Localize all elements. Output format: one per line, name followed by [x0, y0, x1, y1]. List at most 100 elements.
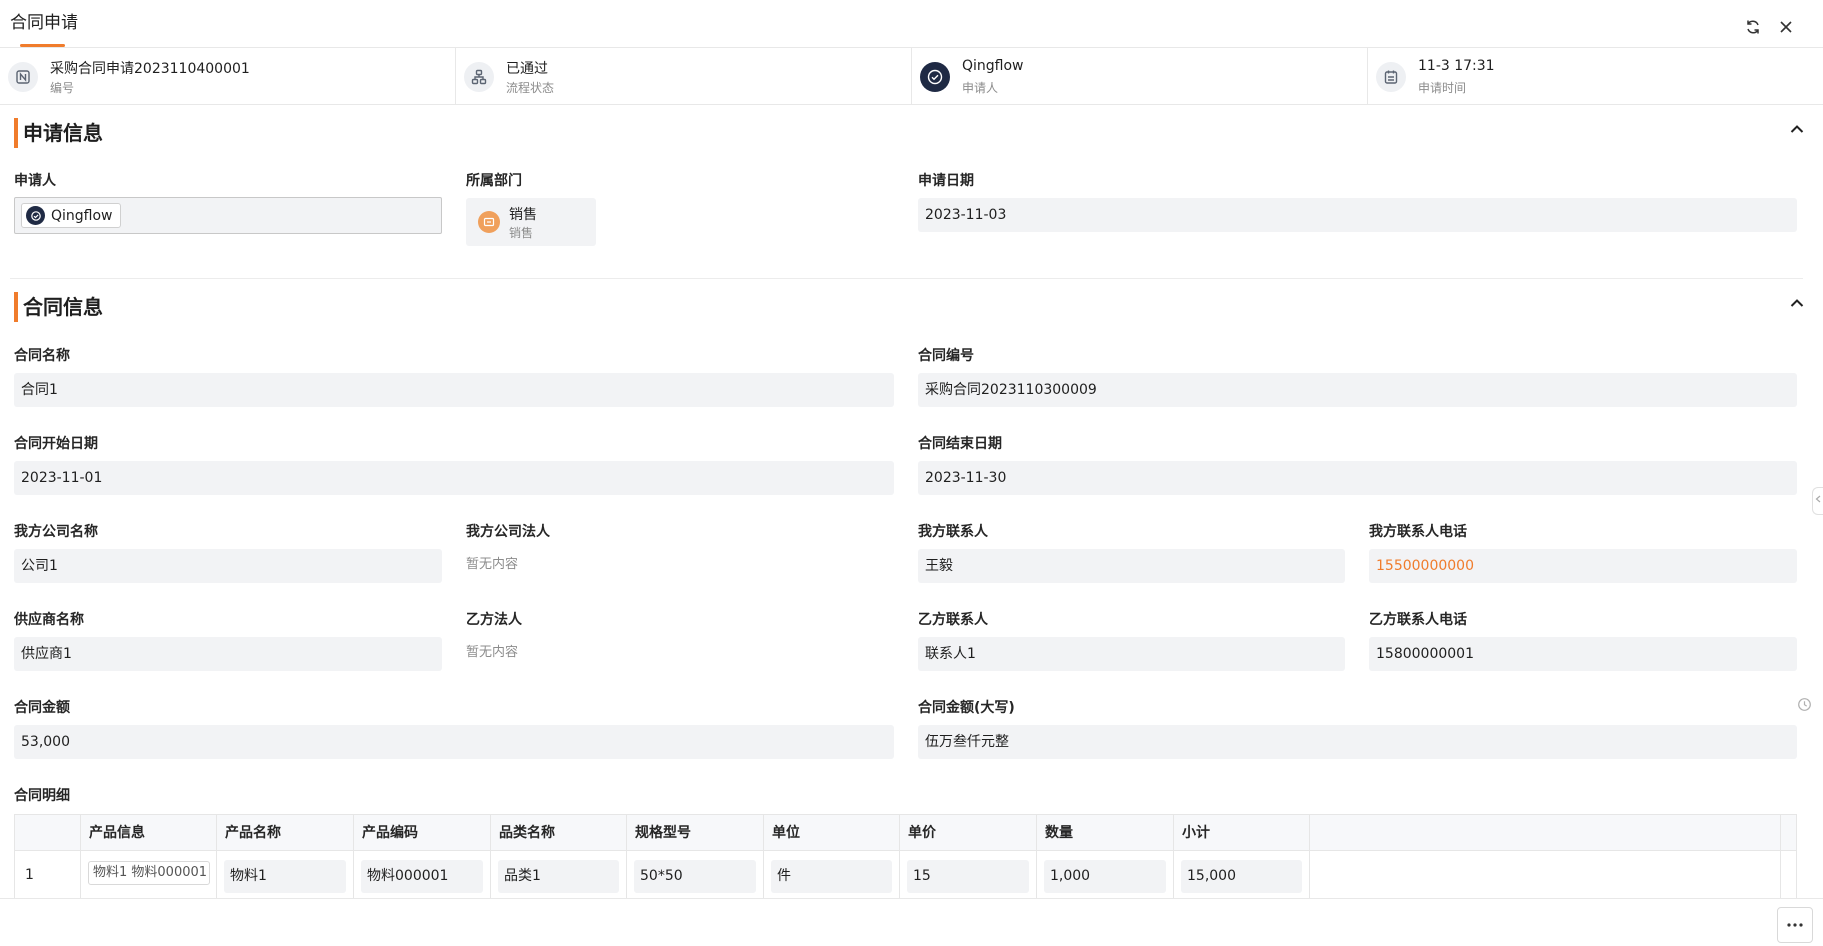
supplier-field[interactable]: 供应商1 — [14, 637, 442, 671]
calendar-icon — [1376, 62, 1406, 92]
page-title: 合同申请 — [10, 13, 78, 33]
row-index: 1 — [25, 867, 34, 883]
chevron-up-icon[interactable] — [1787, 293, 1807, 313]
product-info-tag[interactable]: 物料1 物料000001 — [88, 861, 210, 885]
department-icon — [478, 211, 500, 233]
amount-field[interactable]: 53,000 — [14, 725, 894, 759]
field-label-our-legal: 我方公司法人 — [466, 524, 550, 540]
table-header-cell: 单位 — [764, 815, 900, 851]
status-time-value: 11-3 17:31 — [1418, 58, 1495, 74]
status-applicant: Qingflow 申请人 — [912, 48, 1368, 104]
detail-table: 产品信息 产品名称 产品编码 品类名称 规格型号 单位 单价 数量 小计 1 物… — [14, 814, 1797, 899]
flow-icon — [464, 62, 494, 92]
user-tag-name: Qingflow — [51, 207, 113, 224]
table-header-cell: 规格型号 — [627, 815, 764, 851]
quantity-field[interactable]: 1,000 — [1044, 860, 1166, 893]
field-label-our-phone: 我方联系人电话 — [1369, 524, 1467, 540]
our-contact-field[interactable]: 王毅 — [918, 549, 1345, 583]
product-code-field[interactable]: 物料000001 — [361, 860, 483, 893]
product-name-field[interactable]: 物料1 — [224, 860, 346, 893]
table-header: 产品信息 产品名称 产品编码 品类名称 规格型号 单位 单价 数量 小计 — [15, 815, 1796, 851]
table-header-cell: 品类名称 — [491, 815, 627, 851]
more-icon — [1787, 923, 1803, 927]
field-label-end-date: 合同结束日期 — [918, 436, 1002, 452]
status-flow-label: 流程状态 — [506, 81, 555, 95]
field-label-our-company: 我方公司名称 — [14, 524, 98, 540]
status-applicant-label: 申请人 — [962, 81, 999, 95]
field-label-apply-date: 申请日期 — [918, 173, 974, 189]
category-field[interactable]: 品类1 — [498, 860, 619, 893]
contract-name-field[interactable]: 合同1 — [14, 373, 894, 407]
field-label-amount: 合同金额 — [14, 700, 70, 716]
table-header-index — [15, 815, 81, 851]
contract-no-field[interactable]: 采购合同2023110300009 — [918, 373, 1797, 407]
table-cell: 1,000 — [1037, 851, 1174, 899]
user-tag: Qingflow — [21, 203, 121, 228]
party-b-legal-empty: 暂无内容 — [466, 645, 519, 660]
field-label-department: 所属部门 — [466, 173, 522, 189]
apply-date-field[interactable]: 2023-11-03 — [918, 198, 1797, 232]
refresh-icon[interactable] — [1742, 16, 1764, 38]
field-label-party-b-legal: 乙方法人 — [466, 612, 522, 628]
end-date-field[interactable]: 2023-11-30 — [918, 461, 1797, 495]
table-header-cell: 小计 — [1174, 815, 1310, 851]
title-tab-indicator — [20, 44, 65, 47]
table-cell-filler — [1310, 851, 1781, 899]
unit-price-field[interactable]: 15 — [907, 860, 1029, 893]
our-company-field[interactable]: 公司1 — [14, 549, 442, 583]
field-label-our-contact: 我方联系人 — [918, 524, 988, 540]
subtotal-field[interactable]: 15,000 — [1181, 860, 1302, 893]
party-b-phone-field[interactable]: 15800000001 — [1369, 637, 1797, 671]
number-icon — [8, 62, 38, 92]
section-divider — [10, 278, 1803, 279]
more-button[interactable] — [1777, 907, 1813, 943]
side-panel-toggle[interactable] — [1812, 487, 1823, 515]
department-card: 销售 销售 — [466, 198, 596, 246]
table-cell: 品类1 — [491, 851, 627, 899]
field-label-detail: 合同明细 — [14, 788, 70, 804]
field-label-contract-no: 合同编号 — [918, 348, 974, 364]
chevron-left-icon — [1815, 495, 1821, 503]
field-label-amount-upper: 合同金额(大写) — [918, 700, 1015, 716]
spec-field[interactable]: 50*50 — [634, 860, 756, 893]
dialog-header: 合同申请 — [0, 0, 1823, 48]
field-label-applicant: 申请人 — [14, 173, 56, 189]
section-title-apply: 申请信息 — [14, 118, 103, 148]
section-title-contract: 合同信息 — [14, 292, 103, 322]
field-label-party-b-phone: 乙方联系人电话 — [1369, 612, 1467, 628]
history-icon[interactable] — [1797, 697, 1813, 713]
table-cell: 15,000 — [1174, 851, 1310, 899]
table-cell: 物料000001 — [354, 851, 491, 899]
table-row: 1 物料1 物料000001 物料1 物料000001 品类1 50*50 件 … — [15, 851, 1796, 899]
table-header-cell: 数量 — [1037, 815, 1174, 851]
department-name: 销售 — [509, 207, 537, 223]
table-cell-index: 1 — [15, 851, 81, 899]
close-icon[interactable] — [1775, 16, 1797, 38]
user-avatar-icon — [920, 62, 950, 92]
start-date-field[interactable]: 2023-11-01 — [14, 461, 894, 495]
table-cell: 件 — [764, 851, 900, 899]
status-time-label: 申请时间 — [1418, 81, 1467, 95]
unit-field[interactable]: 件 — [771, 860, 892, 893]
table-header-cell: 产品编码 — [354, 815, 491, 851]
applicant-field[interactable]: Qingflow — [14, 197, 442, 234]
table-header-filler — [1310, 815, 1781, 851]
status-time: 11-3 17:31 申请时间 — [1368, 48, 1823, 104]
status-number-value: 采购合同申请2023110400001 — [50, 61, 250, 77]
amount-upper-field[interactable]: 伍万叁仟元整 — [918, 725, 1797, 759]
field-label-supplier: 供应商名称 — [14, 612, 84, 628]
status-bar: 采购合同申请2023110400001 编号 已通过 流程状态 Qingflow… — [0, 48, 1823, 105]
dialog-footer — [0, 898, 1823, 946]
department-sub: 销售 — [509, 226, 534, 240]
status-number-label: 编号 — [50, 81, 75, 95]
chevron-up-icon[interactable] — [1787, 119, 1807, 139]
status-number: 采购合同申请2023110400001 编号 — [0, 48, 456, 104]
status-flow-value: 已通过 — [506, 61, 548, 77]
user-avatar-icon — [26, 206, 45, 225]
field-label-start-date: 合同开始日期 — [14, 436, 98, 452]
table-cell: 物料1 物料000001 — [81, 851, 217, 899]
field-label-party-b-contact: 乙方联系人 — [918, 612, 988, 628]
party-b-contact-field[interactable]: 联系人1 — [918, 637, 1345, 671]
table-cell: 物料1 — [217, 851, 354, 899]
our-phone-link[interactable]: 15500000000 — [1369, 549, 1797, 583]
